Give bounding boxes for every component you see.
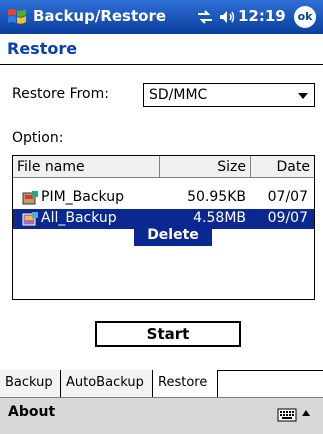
chevron-down-icon xyxy=(298,93,308,99)
start-menu-icon[interactable] xyxy=(6,6,28,28)
file-size: 50.95KB xyxy=(187,189,246,205)
ok-button[interactable]: ok xyxy=(294,6,316,28)
option-label: Option: xyxy=(12,130,64,146)
restore-from-label: Restore From: xyxy=(12,86,109,102)
speaker-icon[interactable] xyxy=(218,8,236,26)
restore-from-value: SD/MMC xyxy=(149,87,208,103)
tab-autobackup[interactable]: AutoBackup xyxy=(61,370,153,397)
list-item[interactable]: PIM_Backup 50.95KB 07/07 xyxy=(13,188,314,208)
tab-backup[interactable]: Backup xyxy=(0,370,61,397)
connectivity-icon[interactable] xyxy=(196,8,214,26)
start-button[interactable]: Start xyxy=(95,321,241,347)
clock[interactable]: 12:19 xyxy=(238,7,286,25)
file-date: 09/07 xyxy=(267,210,308,226)
command-bar: About xyxy=(0,397,323,434)
backup-file-icon xyxy=(22,212,38,226)
input-selector-arrow-icon[interactable] xyxy=(302,410,310,416)
column-header-size[interactable]: Size xyxy=(160,156,251,178)
app-title: Backup/Restore xyxy=(33,7,167,25)
keyboard-icon[interactable] xyxy=(277,407,297,423)
column-header-file-name[interactable]: File name xyxy=(13,156,160,178)
file-name: PIM_Backup xyxy=(41,189,124,205)
tab-restore[interactable]: Restore xyxy=(153,370,218,397)
context-menu-delete[interactable]: Delete xyxy=(134,224,212,246)
column-header-date[interactable]: Date xyxy=(251,156,314,178)
backup-file-icon xyxy=(22,191,38,205)
restore-from-select[interactable]: SD/MMC xyxy=(143,83,315,107)
file-name: All_Backup xyxy=(41,210,117,226)
file-date: 07/07 xyxy=(267,189,308,205)
about-menu[interactable]: About xyxy=(8,404,55,420)
page-title: Restore xyxy=(7,39,78,58)
title-bar: Backup/Restore 12:19 ok xyxy=(0,0,323,34)
list-header: File name Size Date xyxy=(13,156,314,178)
header-divider xyxy=(0,64,323,65)
